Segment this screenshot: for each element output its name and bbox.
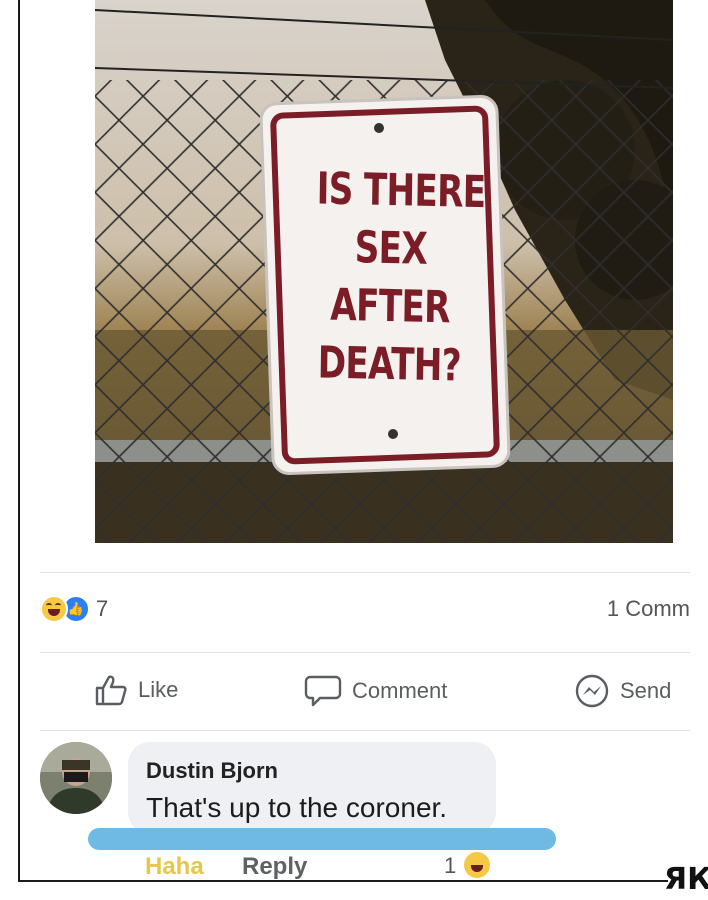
send-button[interactable]: Send bbox=[574, 674, 671, 708]
like-label: Like bbox=[138, 677, 179, 702]
sign-line: DEATH? bbox=[317, 337, 462, 392]
comment-text: That's up to the coroner. bbox=[146, 792, 448, 823]
comments-count[interactable]: 1 Comm bbox=[607, 596, 690, 622]
avatar[interactable] bbox=[40, 742, 112, 814]
watermark: ЯК bbox=[664, 862, 708, 897]
comment-author[interactable]: Dustin Bjorn bbox=[146, 758, 278, 784]
like-button[interactable]: Like bbox=[94, 674, 178, 706]
comment-button[interactable]: Comment bbox=[304, 674, 447, 708]
comment-reaction-count: 1 bbox=[444, 853, 457, 878]
comment-label: Comment bbox=[352, 678, 448, 703]
frame-bottom-border bbox=[18, 880, 668, 882]
sign-text: IS THERE SEX AFTER DEATH? bbox=[314, 160, 486, 395]
comment-icon bbox=[304, 675, 342, 707]
reactions-summary[interactable]: 👍 7 bbox=[40, 594, 108, 624]
sign-line: SEX bbox=[354, 222, 428, 275]
haha-emoji-icon bbox=[464, 852, 490, 878]
sign-line: IS THERE bbox=[316, 163, 486, 219]
divider bbox=[40, 730, 690, 731]
highlight-mark bbox=[88, 828, 556, 850]
reaction-count: 7 bbox=[96, 596, 109, 621]
frame-left-border bbox=[18, 0, 20, 882]
haha-emoji-icon bbox=[40, 595, 68, 623]
send-label: Send bbox=[620, 678, 672, 703]
divider bbox=[40, 652, 690, 653]
sign-line: AFTER bbox=[330, 279, 451, 334]
messenger-icon bbox=[575, 674, 609, 708]
haha-reaction-link[interactable]: Haha bbox=[145, 853, 204, 881]
divider bbox=[40, 572, 690, 573]
like-icon bbox=[95, 675, 127, 706]
action-bar: Like Comment Send bbox=[0, 668, 708, 712]
reply-link[interactable]: Reply bbox=[242, 853, 307, 881]
comment-bubble: Dustin Bjorn That's up to the coroner. bbox=[128, 742, 496, 834]
